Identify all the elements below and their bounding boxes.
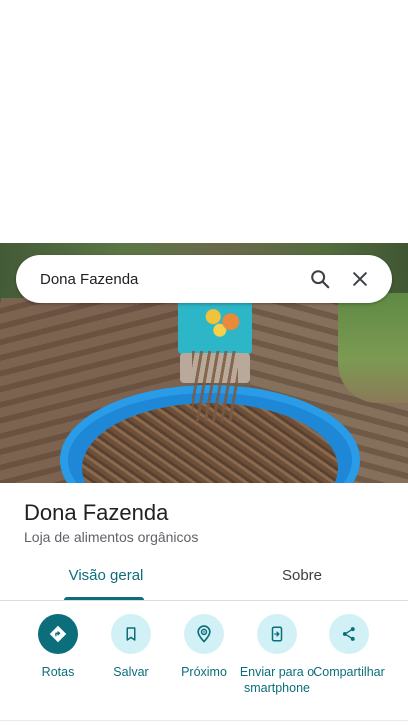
bookmark-icon: [111, 614, 151, 654]
directions-icon: [38, 614, 78, 654]
share-icon: [329, 614, 369, 654]
tab-about-label: Sobre: [281, 567, 323, 584]
directions-label: Rotas: [41, 665, 75, 679]
search-icon[interactable]: [300, 259, 340, 299]
tab-bar: Visão geral Sobre: [0, 556, 408, 601]
tab-overview[interactable]: Visão geral: [52, 556, 160, 600]
nearby-button[interactable]: Próximo: [164, 612, 244, 680]
close-icon[interactable]: [340, 259, 380, 299]
action-bar: Rotas Salvar Próximo Enviar para o smart…: [0, 612, 408, 722]
send-to-phone-label: Enviar para o smartphone: [239, 665, 315, 695]
send-to-phone-button[interactable]: Enviar para o smartphone: [237, 612, 317, 696]
share-button[interactable]: Compartilhar: [309, 612, 389, 680]
tab-overview-label: Visão geral: [68, 567, 144, 584]
place-title: Dona Fazenda: [24, 500, 169, 525]
map-area: [0, 0, 408, 243]
place-category: Loja de alimentos orgânicos: [24, 529, 199, 545]
divider: [0, 720, 408, 721]
search-input[interactable]: Dona Fazenda: [40, 271, 300, 288]
directions-button[interactable]: Rotas: [18, 612, 98, 680]
send-to-phone-icon: [257, 614, 297, 654]
nearby-label: Próximo: [181, 665, 227, 679]
share-label: Compartilhar: [313, 665, 385, 679]
save-label: Salvar: [113, 665, 149, 679]
nearby-icon: [184, 614, 224, 654]
search-box[interactable]: Dona Fazenda: [16, 255, 392, 303]
tab-selected-indicator: [64, 597, 144, 600]
tab-about[interactable]: Sobre: [250, 556, 354, 600]
save-button[interactable]: Salvar: [91, 612, 171, 680]
